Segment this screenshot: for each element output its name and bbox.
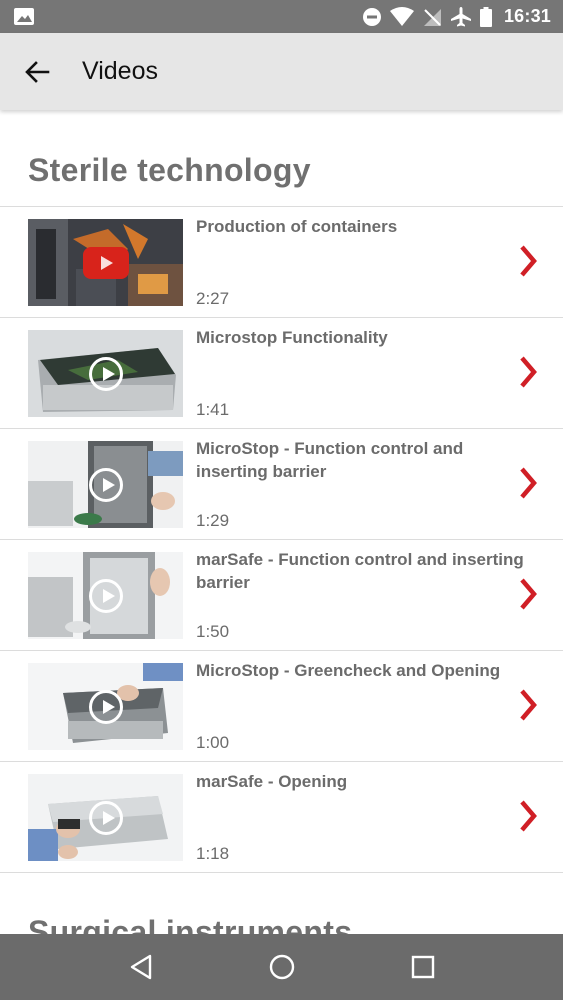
- app-bar: Videos: [0, 33, 563, 110]
- video-duration: 1:41: [196, 400, 230, 419]
- home-circle-icon: [269, 954, 294, 980]
- youtube-play-icon: [82, 246, 129, 279]
- status-time: 16:31: [503, 6, 551, 26]
- airplane-mode-icon: [450, 6, 472, 28]
- video-row[interactable]: Production of containers 2:27: [0, 207, 563, 318]
- video-thumbnail: [28, 552, 183, 639]
- back-triangle-icon: [130, 954, 151, 980]
- play-icon: [88, 467, 123, 502]
- video-thumbnail: [28, 774, 183, 861]
- video-list: Production of containers 2:27 Microstop …: [0, 206, 563, 873]
- section-title: Sterile technology: [28, 152, 311, 188]
- video-thumbnail: [28, 330, 183, 417]
- video-title: Microstop Functionality: [196, 328, 388, 347]
- video-duration: 1:00: [196, 733, 230, 752]
- video-row[interactable]: marSafe - Function control and inserting…: [0, 540, 563, 651]
- chevron-right-icon: [520, 689, 537, 721]
- battery-icon: [479, 6, 492, 27]
- video-row[interactable]: MicroStop - Greencheck and Opening 1:00: [0, 651, 563, 762]
- video-row[interactable]: marSafe - Opening 1:18: [0, 762, 563, 873]
- video-duration: 1:50: [196, 622, 230, 641]
- status-bar: 16:31: [0, 0, 563, 33]
- no-signal-icon: [422, 7, 442, 27]
- video-thumbnail: [28, 441, 183, 528]
- do-not-disturb-icon: [362, 7, 382, 27]
- video-title: MicroStop - Function control and inserti…: [196, 439, 464, 481]
- system-nav-bar: [0, 934, 563, 1000]
- video-list-scroll[interactable]: Sterile technology Production of contain…: [0, 110, 563, 934]
- video-duration: 2:27: [196, 289, 230, 308]
- play-icon: [88, 689, 123, 724]
- arrow-back-icon: [25, 61, 50, 83]
- chevron-right-icon: [520, 800, 537, 832]
- video-title: Production of containers: [196, 217, 398, 236]
- chevron-right-icon: [520, 467, 537, 499]
- video-duration: 1:18: [196, 844, 230, 863]
- page-title: Videos: [82, 57, 158, 85]
- chevron-right-icon: [520, 356, 537, 388]
- video-thumbnail: [28, 219, 183, 306]
- chevron-right-icon: [520, 245, 537, 277]
- play-icon: [88, 578, 123, 613]
- video-title: marSafe - Function control and inserting…: [196, 550, 524, 592]
- play-icon: [88, 356, 123, 391]
- back-button[interactable]: [20, 55, 54, 89]
- video-title: marSafe - Opening: [196, 772, 348, 791]
- image-icon: [14, 8, 34, 25]
- nav-recents-button[interactable]: [403, 947, 443, 987]
- video-duration: 1:29: [196, 511, 230, 530]
- wifi-icon: [389, 6, 414, 27]
- play-icon: [88, 800, 123, 835]
- recents-square-icon: [411, 955, 434, 979]
- video-thumbnail: [28, 663, 183, 750]
- chevron-right-icon: [520, 578, 537, 610]
- nav-home-button[interactable]: [262, 947, 302, 987]
- nav-back-button[interactable]: [121, 947, 161, 987]
- section-title: Surgical instruments: [28, 914, 353, 934]
- video-title: MicroStop - Greencheck and Opening: [196, 661, 501, 680]
- video-row[interactable]: Microstop Functionality 1:41: [0, 318, 563, 429]
- video-row[interactable]: MicroStop - Function control and inserti…: [0, 429, 563, 540]
